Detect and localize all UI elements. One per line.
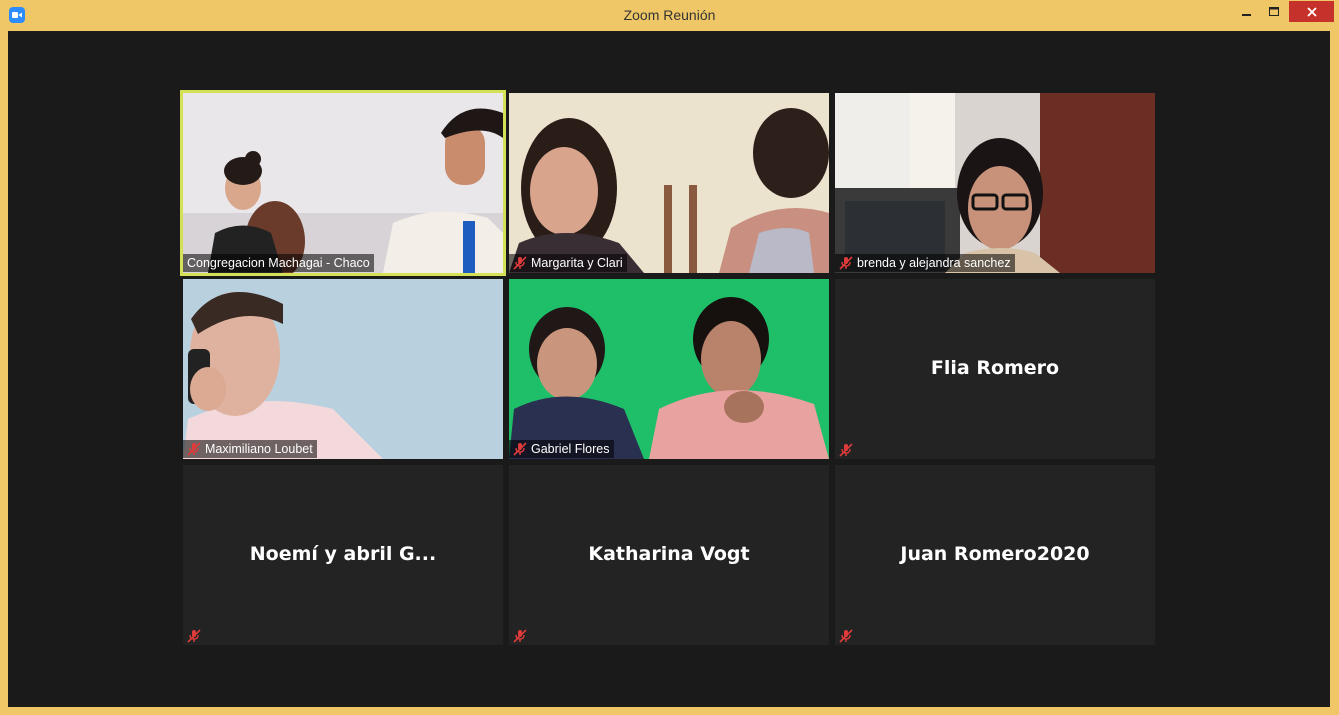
microphone-muted-icon (187, 442, 201, 456)
participant-name-label: brenda y alejandra sanchez (835, 254, 1015, 272)
microphone-muted-icon (513, 442, 527, 456)
participant-tile[interactable]: Congregacion Machagai - Chaco (180, 90, 506, 276)
participant-name: Maximiliano Loubet (205, 442, 313, 456)
meeting-gallery: Congregacion Machagai - Chaco Margarita … (8, 31, 1330, 707)
participant-name-label: Margarita y Clari (509, 254, 627, 272)
participant-tile[interactable]: Flia Romero (835, 279, 1155, 459)
microphone-muted-icon (839, 256, 853, 270)
participant-name: brenda y alejandra sanchez (857, 256, 1011, 270)
participant-video (183, 93, 503, 273)
participant-video (509, 93, 829, 273)
participant-tile[interactable]: Noemí y abril G... (183, 465, 503, 645)
participant-name: Congregacion Machagai - Chaco (187, 256, 370, 270)
participant-tile[interactable]: brenda y alejandra sanchez (835, 93, 1155, 273)
participant-tile[interactable]: Juan Romero2020 (835, 465, 1155, 645)
participant-name-label: Maximiliano Loubet (183, 440, 317, 458)
participant-video (835, 93, 1155, 273)
microphone-muted-icon (513, 256, 527, 270)
participant-name-label: Gabriel Flores (509, 440, 614, 458)
participant-name: Gabriel Flores (531, 442, 610, 456)
minimize-button[interactable] (1235, 1, 1259, 22)
microphone-muted-icon (839, 443, 853, 457)
microphone-muted-icon (513, 629, 527, 643)
participant-name: Juan Romero2020 (900, 543, 1090, 565)
minimize-icon (1242, 13, 1251, 16)
participant-tile[interactable]: Katharina Vogt (509, 465, 829, 645)
maximize-icon (1268, 6, 1279, 16)
participant-name: Flia Romero (930, 357, 1060, 379)
zoom-window: Zoom Reunión Congregacion Machagai - Cha… (0, 0, 1339, 715)
participant-name: Noemí y abril G... (249, 543, 437, 565)
maximize-button[interactable] (1262, 1, 1286, 22)
title-bar[interactable]: Zoom Reunión (0, 0, 1339, 30)
window-title: Zoom Reunión (623, 7, 716, 23)
participant-video (183, 279, 503, 459)
participant-tile[interactable]: Margarita y Clari (509, 93, 829, 273)
participant-name: Katharina Vogt (588, 543, 750, 565)
participant-name: Margarita y Clari (531, 256, 623, 270)
microphone-muted-icon (839, 629, 853, 643)
participant-name-label: Congregacion Machagai - Chaco (183, 254, 374, 272)
participant-tile[interactable]: Gabriel Flores (509, 279, 829, 459)
microphone-muted-icon (187, 629, 201, 643)
participant-video (509, 279, 829, 459)
close-button[interactable] (1289, 1, 1334, 22)
participant-tile[interactable]: Maximiliano Loubet (183, 279, 503, 459)
close-icon (1306, 6, 1317, 17)
